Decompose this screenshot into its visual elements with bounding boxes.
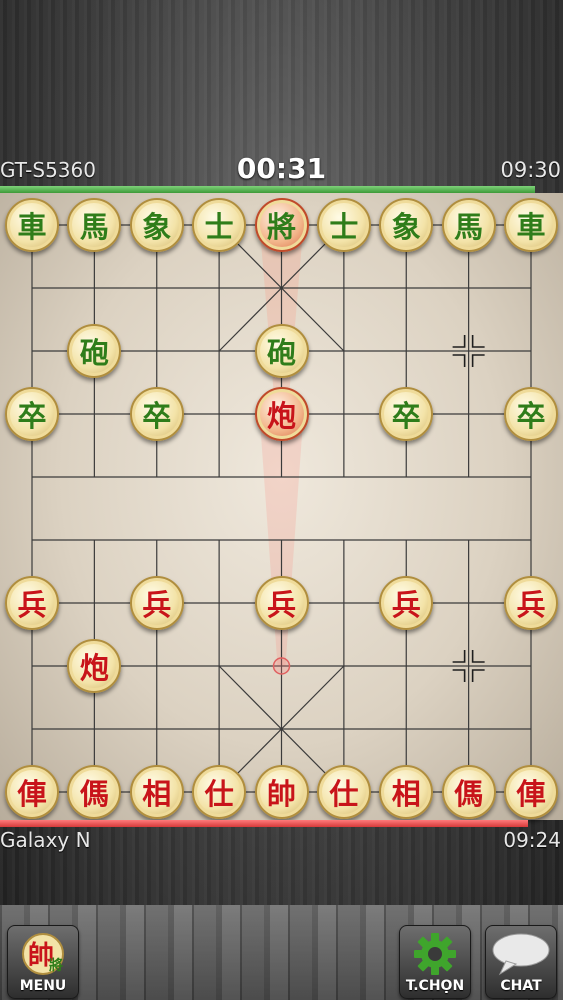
bottom-player-clock: 09:24 bbox=[503, 828, 561, 852]
green-piece[interactable]: 士 bbox=[192, 198, 247, 252]
red-piece[interactable]: 兵 bbox=[5, 576, 59, 630]
red-piece[interactable]: 相 bbox=[379, 765, 434, 819]
green-piece[interactable]: 車 bbox=[504, 198, 558, 252]
position-marker bbox=[471, 354, 485, 367]
top-player-clock: 09:30 bbox=[500, 158, 561, 182]
chat-button-label: CHAT bbox=[500, 978, 542, 994]
green-piece[interactable]: 卒 bbox=[379, 387, 434, 441]
top-player-time-bar bbox=[0, 186, 535, 193]
red-piece[interactable]: 兵 bbox=[504, 576, 558, 630]
board-grid bbox=[31, 224, 532, 793]
red-piece[interactable]: 仕 bbox=[316, 765, 371, 819]
red-piece[interactable]: 炮 bbox=[254, 387, 309, 441]
green-piece[interactable]: 車 bbox=[5, 198, 59, 252]
wood-floor bbox=[0, 905, 563, 1000]
green-piece[interactable]: 卒 bbox=[5, 387, 59, 441]
position-marker bbox=[452, 354, 466, 367]
red-piece[interactable]: 仕 bbox=[192, 765, 247, 819]
position-marker bbox=[471, 669, 485, 682]
svg-text:將: 將 bbox=[49, 957, 63, 974]
top-player-bar: GT-S5360 00:31 09:30 bbox=[0, 150, 563, 186]
red-piece[interactable]: 帥 bbox=[254, 765, 309, 819]
red-piece[interactable]: 傌 bbox=[67, 765, 122, 819]
position-marker bbox=[471, 335, 485, 348]
green-piece[interactable]: 馬 bbox=[67, 198, 122, 252]
green-piece[interactable]: 象 bbox=[379, 198, 434, 252]
position-marker bbox=[452, 669, 466, 682]
menu-button-label: MENU bbox=[19, 978, 67, 994]
menu-button[interactable]: 帥 將 MENU bbox=[7, 925, 79, 999]
green-piece[interactable]: 卒 bbox=[504, 387, 558, 441]
green-piece[interactable]: 士 bbox=[316, 198, 371, 252]
red-piece[interactable]: 俥 bbox=[5, 765, 59, 819]
green-piece[interactable]: 卒 bbox=[129, 387, 184, 441]
red-piece[interactable]: 兵 bbox=[129, 576, 184, 630]
last-move-origin-marker bbox=[272, 657, 291, 675]
xiangqi-board[interactable]: 車馬象士將士象馬車砲砲卒卒炮卒卒兵兵兵兵兵炮俥傌相仕帥仕相傌俥 bbox=[0, 193, 563, 820]
red-piece[interactable]: 兵 bbox=[254, 576, 309, 630]
green-piece[interactable]: 砲 bbox=[67, 324, 122, 378]
green-piece[interactable]: 象 bbox=[129, 198, 184, 252]
bottom-player-time-bar bbox=[0, 820, 528, 827]
options-button-label: T.CHỌN bbox=[405, 978, 465, 994]
green-piece[interactable]: 將 bbox=[254, 198, 309, 252]
position-marker bbox=[452, 650, 466, 663]
red-piece[interactable]: 傌 bbox=[441, 765, 496, 819]
red-piece[interactable]: 俥 bbox=[504, 765, 558, 819]
options-button[interactable]: T.CHỌN bbox=[399, 925, 471, 999]
chat-button[interactable]: CHAT bbox=[485, 925, 557, 999]
red-piece[interactable]: 相 bbox=[129, 765, 184, 819]
position-marker bbox=[452, 335, 466, 348]
red-piece[interactable]: 炮 bbox=[67, 639, 122, 693]
red-piece[interactable]: 兵 bbox=[379, 576, 434, 630]
position-marker bbox=[471, 650, 485, 663]
bottom-player-name: Galaxy N bbox=[0, 828, 91, 852]
green-piece[interactable]: 砲 bbox=[254, 324, 309, 378]
turn-timer: 00:31 bbox=[236, 152, 327, 185]
green-piece[interactable]: 馬 bbox=[441, 198, 496, 252]
